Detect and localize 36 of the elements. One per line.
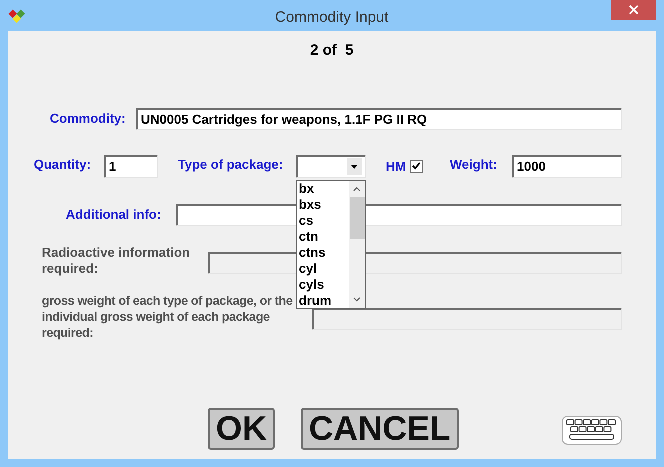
app-logo-icon	[8, 7, 28, 25]
field-label: Commodity:	[50, 110, 127, 126]
field-label: Type of package:	[178, 156, 284, 172]
field-label: gross weight of each type of package, or the individual gross weight of each package required:	[42, 292, 294, 340]
scroll-down-icon	[353, 296, 361, 302]
dropdown-arrow-icon	[351, 164, 358, 168]
package-type-option[interactable]: bx	[299, 180, 349, 196]
field-label: Additional info:	[66, 206, 162, 222]
hm-checkbox[interactable]	[410, 160, 423, 172]
close-icon	[628, 5, 638, 15]
package-type-dropdown[interactable]	[296, 154, 366, 178]
package-type-option[interactable]: ctns	[299, 244, 349, 260]
field-label: Radioactive information required:	[42, 244, 192, 276]
keyboard-icon	[566, 418, 618, 442]
quantity-field[interactable]: 1	[104, 154, 158, 178]
dialog-button[interactable]: OK	[208, 408, 275, 450]
package-type-option[interactable]: bxs	[299, 196, 349, 212]
field-label: HM	[386, 158, 408, 174]
scroll-up-icon	[353, 186, 361, 192]
scroll-thumb[interactable]	[350, 196, 364, 238]
field-label: Weight:	[450, 156, 498, 172]
weight-field[interactable]: 1000	[512, 154, 622, 178]
commodity-field[interactable]: UN0005 Cartridges for weapons, 1.1F PG II RQ	[136, 108, 622, 130]
scrollbar[interactable]	[349, 180, 365, 308]
window-title: Commodity Input	[274, 8, 390, 28]
package-type-option[interactable]: drum	[299, 292, 349, 308]
package-type-option[interactable]: cyl	[299, 260, 349, 276]
close-button[interactable]	[611, 0, 656, 20]
keyboard-button[interactable]	[562, 416, 622, 444]
dialog-button[interactable]: CANCEL	[301, 408, 459, 450]
field-label: Quantity:	[34, 156, 92, 172]
record-counter: 2 of 5	[310, 41, 354, 61]
package-type-option[interactable]: cs	[299, 212, 349, 228]
checkmark-icon	[412, 162, 421, 170]
package-type-option[interactable]: ctn	[299, 228, 349, 244]
package-type-option[interactable]: cyls	[299, 276, 349, 292]
